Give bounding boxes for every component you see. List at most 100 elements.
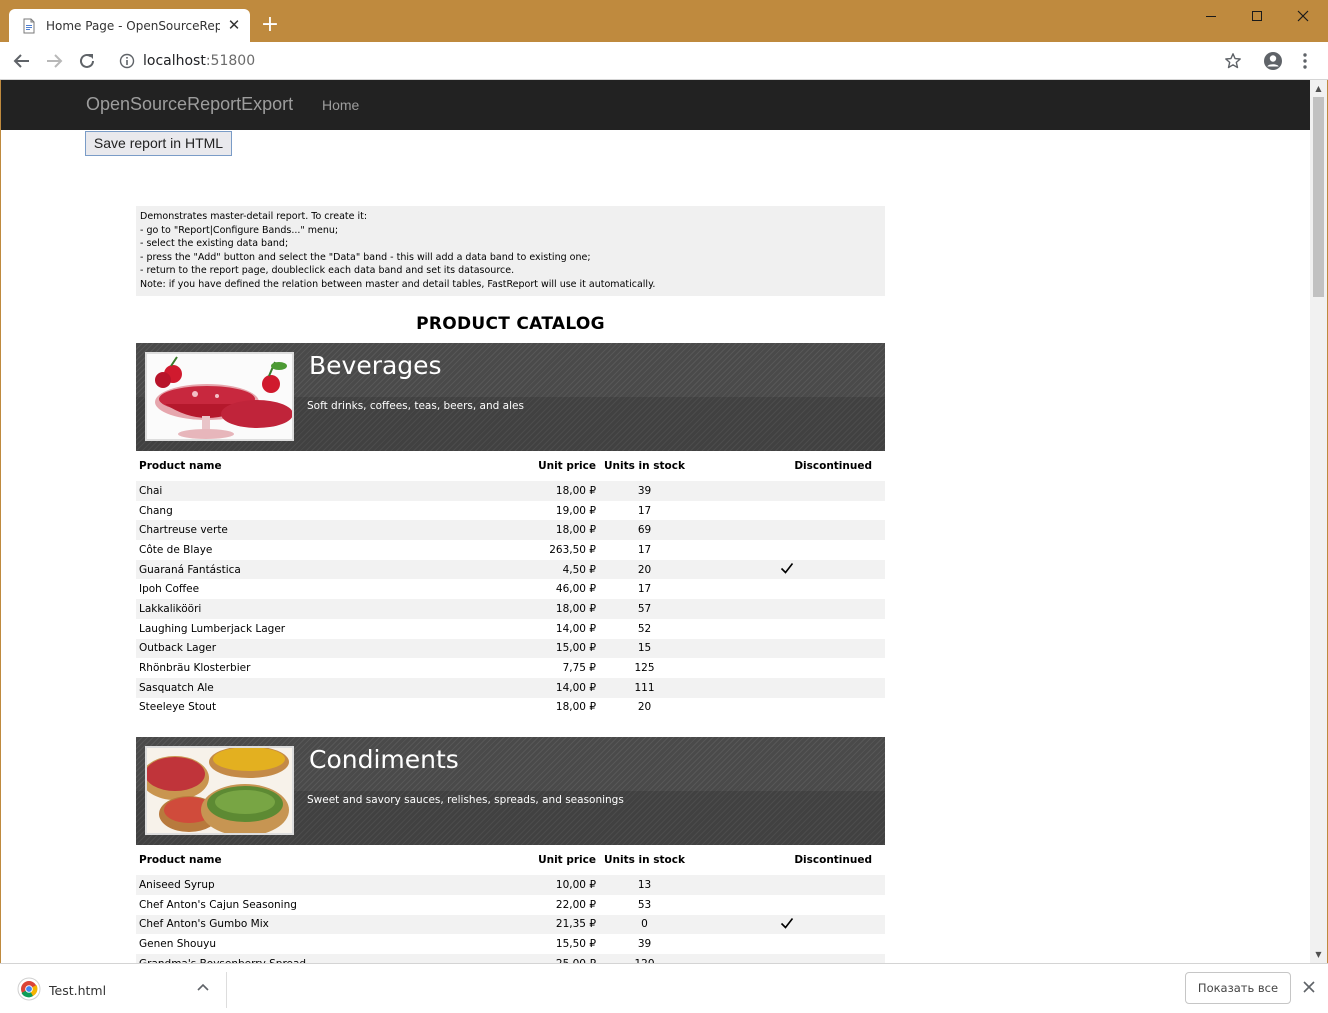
show-all-downloads-button[interactable]: Показать все (1185, 972, 1291, 1004)
table-row: Chang 19,00 ₽ 17 (136, 501, 885, 521)
report-title: PRODUCT CATALOG (416, 314, 605, 334)
units-in-stock: 52 (637, 622, 652, 635)
reload-button[interactable] (75, 49, 99, 73)
table-row: Ipoh Coffee 46,00 ₽ 17 (136, 579, 885, 599)
site-brand[interactable]: OpenSourceReportExport (86, 94, 293, 115)
close-window-button[interactable] (1280, 2, 1326, 30)
product-name: Rhönbräu Klosterbier (139, 662, 251, 675)
title-bar: Home Page - OpenSourceReport ✕ + (0, 0, 1328, 42)
scroll-down-icon[interactable]: ▼ (1310, 946, 1327, 963)
page-viewport: OpenSourceReportExport Home Save report … (1, 80, 1327, 963)
product-name: Guaraná Fantástica (139, 563, 241, 576)
units-in-stock: 17 (637, 583, 652, 596)
category-description: Soft drinks, coffees, teas, beers, and a… (307, 400, 524, 412)
table-row: Chef Anton's Gumbo Mix 21,35 ₽ 0 (136, 914, 885, 935)
product-name: Chang (139, 504, 173, 517)
account-icon (1264, 52, 1282, 70)
close-icon[interactable] (1300, 978, 1318, 996)
scroll-up-icon[interactable]: ▲ (1310, 80, 1327, 97)
new-tab-button[interactable]: + (258, 13, 282, 37)
reload-icon (80, 53, 94, 68)
nav-link-home[interactable]: Home (322, 97, 359, 113)
table-row: Genen Shouyu 15,50 ₽ 39 (136, 934, 885, 954)
close-tab-icon[interactable]: ✕ (226, 17, 242, 33)
chevron-up-icon[interactable] (194, 979, 212, 997)
category-header: Beverages Soft drinks, coffees, teas, bee… (136, 343, 885, 451)
product-name: Outback Lager (139, 642, 217, 655)
product-name: Chartreuse verte (139, 524, 228, 537)
units-in-stock: 13 (637, 879, 652, 892)
unit-price: 19,00 ₽ (555, 504, 596, 517)
table-row: Outback Lager 15,00 ₽ 15 (136, 638, 885, 659)
report: Demonstrates master-detail report. To cr… (136, 206, 885, 963)
units-in-stock: 57 (637, 602, 652, 615)
table-row: Côte de Blaye 263,50 ₽ 17 (136, 540, 885, 560)
maximize-button[interactable] (1234, 2, 1280, 30)
table-row: Chai 18,00 ₽ 39 (136, 481, 885, 501)
arrow-right-icon (47, 54, 63, 68)
save-report-button[interactable]: Save report in HTML (85, 131, 232, 156)
column-headers: Product name Unit price Units in stock Disc… (136, 845, 885, 875)
scroll-thumb[interactable] (1313, 97, 1324, 297)
address-bar[interactable]: localhost:51800 (108, 47, 1252, 75)
unit-price: 18,00 ₽ (555, 602, 596, 615)
table-row: Rhönbräu Klosterbier 7,75 ₽ 125 (136, 658, 885, 678)
units-in-stock: 39 (637, 484, 652, 497)
menu-button[interactable] (1293, 49, 1317, 73)
description-line: - return to the report page, doubleclick… (140, 265, 515, 276)
column-header-name: Product name (139, 854, 222, 867)
column-headers: Product name Unit price Units in stock Disc… (136, 451, 885, 481)
info-icon[interactable] (119, 53, 135, 69)
forward-button[interactable] (42, 49, 66, 73)
unit-price: 7,75 ₽ (562, 662, 596, 675)
chrome-file-icon (17, 977, 41, 1001)
minimize-button[interactable] (1188, 2, 1234, 30)
description-line: Demonstrates master-detail report. To cr… (140, 211, 368, 222)
product-name: Aniseed Syrup (139, 879, 215, 892)
product-name: Côte de Blaye (139, 543, 213, 556)
category-0: Beverages Soft drinks, coffees, teas, bee… (136, 343, 885, 717)
units-in-stock: 0 (641, 918, 648, 931)
units-in-stock: 17 (637, 543, 652, 556)
column-header-name: Product name (139, 460, 222, 472)
minimize-icon (1206, 16, 1216, 17)
table-row: Sasquatch Ale 14,00 ₽ 111 (136, 677, 885, 698)
download-bar: Test.html Показать все (0, 963, 1328, 1013)
description-line: - press the "Add" button and select the … (140, 251, 591, 263)
star-icon (1225, 53, 1241, 69)
profile-button[interactable] (1261, 49, 1285, 73)
units-in-stock: 53 (637, 898, 652, 911)
tab-title: Home Page - OpenSourceReport (46, 18, 220, 33)
units-in-stock: 69 (637, 524, 652, 537)
cocktail-image (145, 352, 294, 441)
units-in-stock: 15 (637, 642, 652, 655)
column-header-discontinued: Discontinued (794, 460, 872, 472)
table-row: Aniseed Syrup 10,00 ₽ 13 (136, 875, 885, 895)
column-header-price: Unit price (538, 460, 596, 472)
browser-tab[interactable]: Home Page - OpenSourceReport ✕ (9, 9, 250, 42)
maximize-icon (1252, 11, 1262, 21)
product-name: Lakkalikööri (139, 602, 202, 615)
back-button[interactable] (10, 49, 34, 73)
column-header-stock: Units in stock (604, 854, 685, 867)
page-scrollbar[interactable]: ▲ ▼ (1310, 80, 1327, 963)
units-in-stock: 17 (637, 504, 652, 517)
column-header-price: Unit price (538, 854, 596, 867)
table-row: Grandma's Boysenberry Spread25,00 ₽120 (136, 954, 885, 963)
column-header-discontinued: Discontinued (794, 854, 872, 867)
unit-price: 46,00 ₽ (555, 583, 596, 596)
browser-toolbar: localhost:51800 (0, 42, 1328, 80)
product-name: Ipoh Coffee (139, 583, 200, 596)
bookmark-button[interactable] (1221, 49, 1245, 73)
more-vertical-icon (1303, 53, 1307, 69)
table-row: Lakkalikööri 18,00 ₽ 57 (136, 599, 885, 619)
category-name: Condiments (309, 745, 459, 775)
download-file-name[interactable]: Test.html (49, 983, 106, 998)
spice-bowls-image (145, 746, 294, 836)
unit-price: 4,50 ₽ (562, 563, 596, 576)
units-in-stock: 111 (634, 681, 655, 694)
unit-price: 263,50 ₽ (549, 543, 596, 556)
units-in-stock: 20 (637, 701, 652, 714)
category-name: Beverages (309, 351, 442, 380)
description-line: - go to "Report|Configure Bands..." menu… (140, 224, 339, 236)
